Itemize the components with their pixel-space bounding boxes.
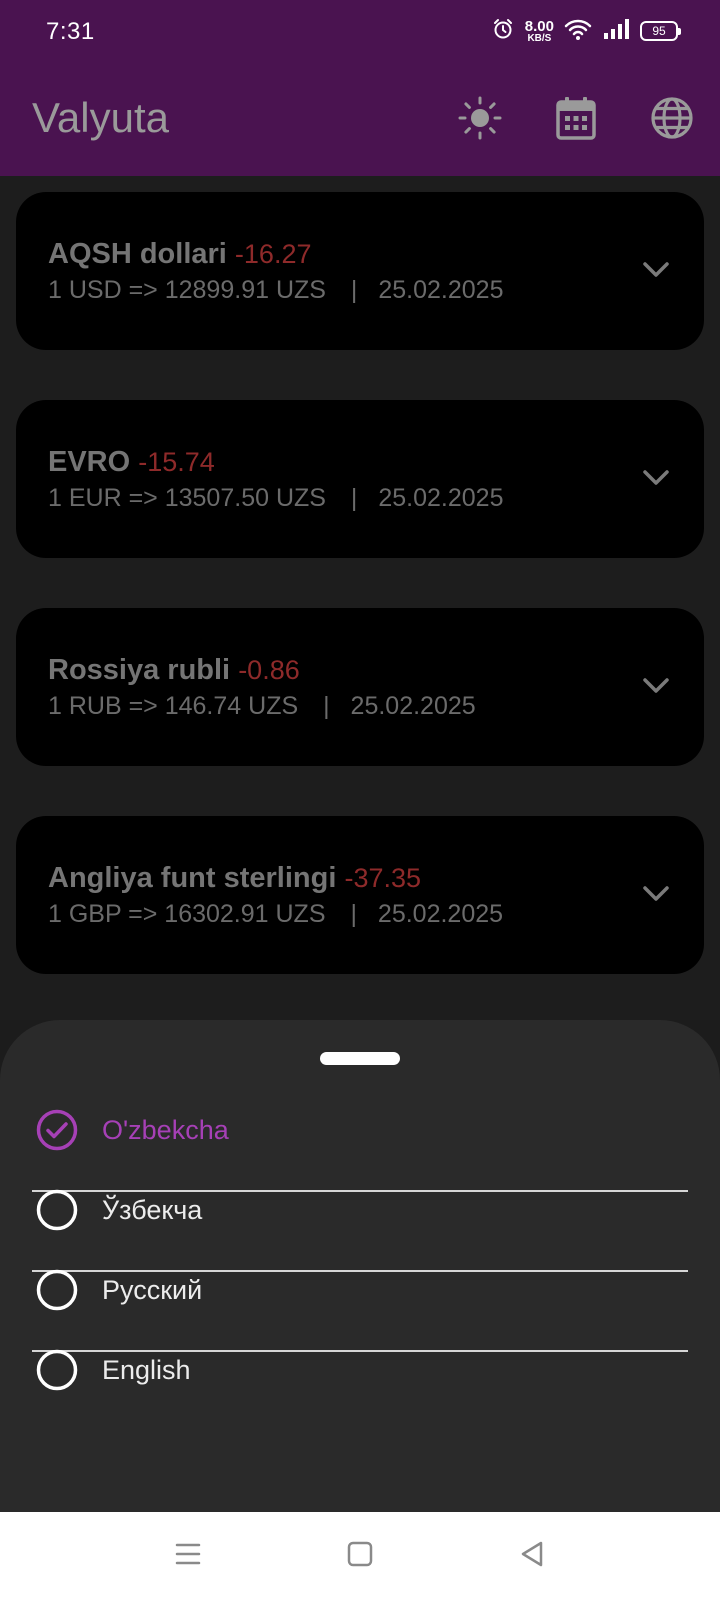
expand-button[interactable] [638,462,674,498]
theme-toggle-button[interactable] [456,96,504,144]
currency-card-gbp[interactable]: Angliya funt sterlingi -37.35 1 GBP => 1… [16,816,704,974]
signal-icon [602,17,630,46]
currency-card-usd[interactable]: AQSH dollari -16.27 1 USD => 12899.91 UZ… [16,192,704,350]
card-title-line: Angliya funt sterlingi -37.35 [48,862,421,895]
currency-name: AQSH dollari [48,238,227,270]
currency-rate: 1 RUB => 146.74 UZS [48,692,299,720]
radio-unchecked-icon [36,1189,78,1231]
radio-unchecked-icon [36,1349,78,1391]
back-button[interactable] [514,1538,550,1574]
currency-date: 25.02.2025 [378,276,504,304]
currency-diff: -37.35 [344,863,422,893]
language-label: English [102,1354,191,1385]
net-speed-unit: KB/S [527,32,552,44]
brightness-icon [457,95,503,146]
expand-button[interactable] [638,878,674,914]
radio-unchecked-icon [36,1269,78,1311]
language-button[interactable] [648,96,696,144]
menu-icon [174,1541,202,1572]
radio-checked-icon [36,1109,78,1151]
home-square-icon [347,1541,373,1572]
language-option-ru[interactable]: Русский [32,1250,688,1330]
card-title-line: Rossiya rubli -0.86 [48,654,300,687]
back-triangle-icon [519,1540,545,1573]
chevron-down-icon [642,469,670,492]
rate-separator: | [350,276,358,304]
rate-separator: | [350,484,358,512]
net-speed: 8.00 KB/S [525,19,554,44]
home-button[interactable] [342,1538,378,1574]
currency-diff: -16.27 [234,239,312,269]
language-label: O'zbekcha [102,1114,229,1145]
language-bottom-sheet: O'zbekcha Ўзбекча Русский English [0,1020,720,1512]
language-option-uz-cyrillic[interactable]: Ўзбекча [32,1170,688,1250]
net-speed-value: 8.00 [524,17,554,35]
system-nav-bar [0,1512,720,1600]
currency-list: AQSH dollari -16.27 1 USD => 12899.91 UZ… [0,176,720,1020]
app-bar: Valyuta [0,62,720,176]
currency-rate-line: 1 RUB => 146.74 UZS | 25.02.2025 [48,692,476,721]
currency-rate: 1 GBP => 16302.91 UZS [48,900,326,928]
status-bar: 7:31 8.00 KB/S 95 [0,0,720,62]
menu-button[interactable] [170,1538,206,1574]
language-option-uz-latin[interactable]: O'zbekcha [32,1090,688,1170]
calendar-button[interactable] [552,96,600,144]
currency-card-rub[interactable]: Rossiya rubli -0.86 1 RUB => 146.74 UZS … [16,608,704,766]
language-label: Ўзбекча [102,1194,203,1225]
calendar-icon [556,96,596,145]
page-title: Valyuta [32,94,169,141]
currency-date: 25.02.2025 [378,484,504,512]
language-label: Русский [102,1274,203,1305]
card-title-line: AQSH dollari -16.27 [48,238,311,271]
status-time: 7:31 [46,18,95,45]
currency-rate-line: 1 GBP => 16302.91 UZS | 25.02.2025 [48,900,503,929]
card-title-line: EVRO -15.74 [48,446,215,479]
globe-icon [650,96,694,145]
expand-button[interactable] [638,670,674,706]
battery-icon: 95 [640,21,681,41]
language-option-en[interactable]: English [32,1330,688,1410]
chevron-down-icon [642,677,670,700]
currency-name: EVRO [48,446,131,478]
rate-separator: | [350,900,357,928]
currency-rate: 1 USD => 12899.91 UZS [48,276,326,304]
status-icons: 8.00 KB/S 95 [491,16,681,46]
currency-rate: 1 EUR => 13507.50 UZS [48,484,326,512]
chevron-down-icon [642,261,670,284]
currency-rate-line: 1 EUR => 13507.50 UZS | 25.02.2025 [48,484,503,513]
sheet-drag-handle[interactable] [320,1052,400,1065]
wifi-icon [564,17,592,46]
currency-rate-line: 1 USD => 12899.91 UZS | 25.02.2025 [48,276,503,305]
currency-date: 25.02.2025 [350,692,476,720]
battery-level: 95 [652,24,666,38]
currency-date: 25.02.2025 [377,900,504,928]
expand-button[interactable] [638,254,674,290]
currency-diff: -0.86 [238,655,300,685]
currency-name: Rossiya rubli [48,654,231,686]
alarm-icon [491,17,515,46]
currency-name: Angliya funt sterlingi [48,862,337,894]
currency-diff: -15.74 [138,447,215,477]
currency-card-eur[interactable]: EVRO -15.74 1 EUR => 13507.50 UZS | 25.0… [16,400,704,558]
rate-separator: | [323,692,330,720]
chevron-down-icon [642,885,670,908]
